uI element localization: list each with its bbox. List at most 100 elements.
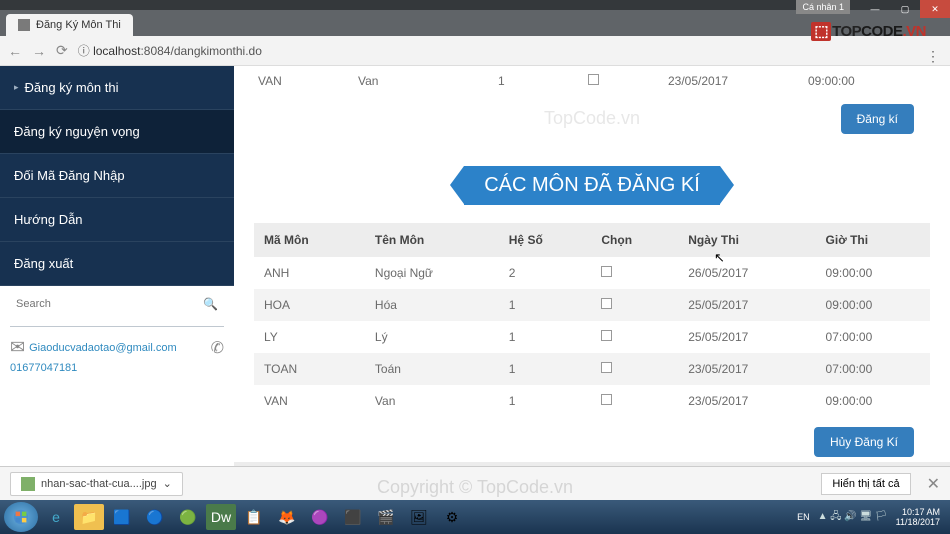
chevron-down-icon[interactable]: ⌄ [163,477,172,490]
divider [10,326,224,327]
th: Ngày Thi [678,223,815,257]
maximize-button[interactable]: ▢ [890,0,920,18]
cell: 1 [499,321,592,353]
cell: 25/05/2017 [678,289,815,321]
table-row: LY Lý 1 25/05/2017 07:00:00 [254,321,930,353]
cell: 09:00:00 [816,385,930,417]
cell-checkbox[interactable] [591,257,678,289]
profile-label[interactable]: Cá nhân 1 [796,0,850,14]
sidebar-item-label: Đăng xuất [14,256,73,271]
table-row: TOAN Toán 1 23/05/2017 07:00:00 [254,353,930,385]
taskbar-firefox-icon[interactable]: 🦊 [272,504,302,530]
search-icon[interactable]: 🔍 [203,297,218,311]
download-filename: nhan-sac-that-cua....jpg [41,478,157,490]
contact-email[interactable]: Giaoducvadaotao@gmail.com [29,342,177,354]
th: Tên Môn [365,223,499,257]
cell: 23/05/2017 [678,353,815,385]
cell: 2 [499,257,592,289]
cancel-register-button[interactable]: Hủy Đăng Kí [814,427,914,457]
download-bar: nhan-sac-that-cua....jpg ⌄ Hiển thị tất … [0,466,950,500]
back-button[interactable]: ← [8,43,22,59]
cell: 09:00:00 [808,74,928,88]
registered-table: Mã Môn Tên Môn Hệ Số Chọn Ngày Thi Giờ T… [254,223,930,417]
cell: 09:00:00 [816,257,930,289]
browser-tab[interactable]: Đăng Ký Môn Thi [6,14,133,36]
clock[interactable]: 10:17 AM11/18/2017 [896,507,940,528]
taskbar-app-icon[interactable]: 🎬 [371,504,401,530]
cell-checkbox[interactable] [591,385,678,417]
search-input[interactable] [16,298,197,310]
minimize-button[interactable]: — [860,0,890,18]
taskbar-app-icon[interactable]: 📋 [239,504,269,530]
cell: 23/05/2017 [678,385,815,417]
tray-icons[interactable]: ▲ 🖧 🔊 🖥 🏳 [818,509,888,526]
th: Giờ Thi [816,223,930,257]
sidebar-item-label: Hướng Dẫn [14,212,83,227]
taskbar-app-icon[interactable]: ⚙ [437,504,467,530]
sidebar-item-doimadangnhap[interactable]: Đối Mã Đăng Nhập [0,154,234,198]
sidebar-item-label: Đăng ký nguyện vọng [14,124,140,139]
contact-phone: 01677047181 [10,362,224,374]
taskbar-app-icon[interactable]: Dw [206,504,236,530]
taskbar-app-icon[interactable]: 🟦 [107,504,137,530]
tab-favicon-icon [18,19,30,31]
topcode-logo: ⬚TOPCODE.VN [811,22,926,40]
download-chip[interactable]: nhan-sac-that-cua....jpg ⌄ [10,472,183,496]
taskbar-ie-icon[interactable]: e [41,504,71,530]
sidebar-item-dangkynguyenvong[interactable]: Đăng ký nguyện vọng [0,110,234,154]
cell-checkbox[interactable] [591,321,678,353]
cell: Van [365,385,499,417]
sidebar: ▸Đăng ký môn thi Đăng ký nguyện vọng Đối… [0,66,234,500]
url-field[interactable]: ⓘ localhost:8084/dangkimonthi.do [78,42,262,59]
show-all-downloads-button[interactable]: Hiển thị tất cả [821,473,910,495]
sidebar-item-label: Đăng ký môn thi [25,80,119,95]
table-row: VAN Van 1 23/05/2017 09:00:00 [254,385,930,417]
section-title: CÁC MÔN ĐÃ ĐĂNG KÍ [464,166,720,205]
section-title-wrap: CÁC MÔN ĐÃ ĐĂNG KÍ [234,166,950,205]
cell-checkbox[interactable] [591,289,678,321]
cell: Lý [365,321,499,353]
table-row: HOA Hóa 1 25/05/2017 09:00:00 [254,289,930,321]
taskbar-app-icon[interactable]: 🟢 [173,504,203,530]
start-button[interactable] [4,502,38,532]
browser-menu-button[interactable]: ⋮ [926,48,940,65]
cell: Toán [365,353,499,385]
cell: HOA [254,289,365,321]
cell-checkbox[interactable] [591,353,678,385]
envelope-icon: ✉ [10,337,25,358]
window-controls: — ▢ ✕ [860,0,950,18]
top-row: VAN Van 1 23/05/2017 09:00:00 [234,66,950,96]
cell: 1 [499,289,592,321]
cell: 07:00:00 [816,353,930,385]
taskbar-app-icon[interactable]: 🟣 [305,504,335,530]
th: Chọn [591,223,678,257]
image-file-icon [21,477,35,491]
register-button[interactable]: Đăng kí [841,104,914,134]
contact-block: ✉ Giaoducvadaotao@gmail.com ✆ 0167704718… [0,333,234,378]
sidebar-item-dangxuat[interactable]: Đăng xuất [0,242,234,286]
close-button[interactable]: ✕ [920,0,950,18]
cell: 1 [499,385,592,417]
cell: VAN [254,385,365,417]
cell: 23/05/2017 [668,74,808,88]
sidebar-item-dangkymonthi[interactable]: ▸Đăng ký môn thi [0,66,234,110]
cell-checkbox[interactable] [588,74,668,88]
cell: ANH [254,257,365,289]
system-tray: EN ▲ 🖧 🔊 🖥 🏳 10:17 AM11/18/2017 [797,507,946,528]
reload-button[interactable]: ⟳ [56,42,68,59]
search-box[interactable]: 🔍 [10,294,224,314]
table-header-row: Mã Môn Tên Môn Hệ Số Chọn Ngày Thi Giờ T… [254,223,930,257]
th: Mã Môn [254,223,365,257]
taskbar-app-icon[interactable]: ⬛ [338,504,368,530]
cell: Van [358,74,498,88]
taskbar-app-icon[interactable]: 🖼 [404,504,434,530]
close-download-bar[interactable]: ✕ [927,474,940,494]
taskbar-explorer-icon[interactable]: 📁 [74,504,104,530]
lang-indicator[interactable]: EN [797,512,810,522]
forward-button[interactable]: → [32,43,46,59]
watermark: TopCode.vn [544,108,640,129]
cell: 07:00:00 [816,321,930,353]
sidebar-item-huongdan[interactable]: Hướng Dẫn [0,198,234,242]
cell: 1 [498,74,588,88]
taskbar-chrome-icon[interactable]: 🔵 [140,504,170,530]
